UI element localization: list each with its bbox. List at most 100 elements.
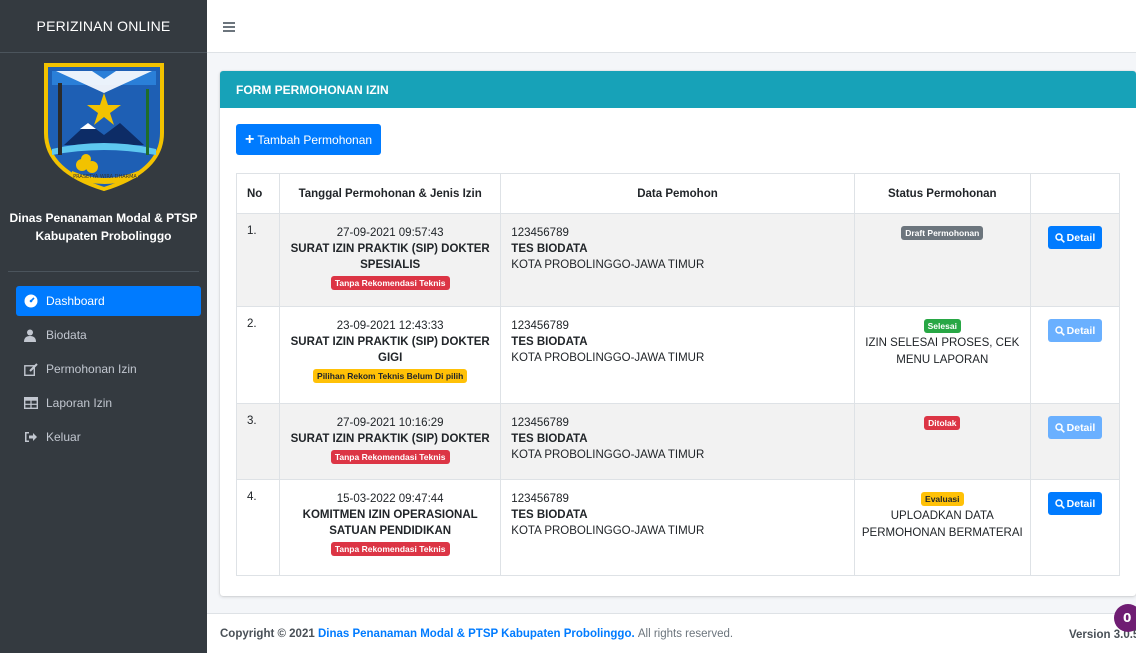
row-action: Detail bbox=[1029, 213, 1121, 307]
row-izin-type: SURAT IZIN PRAKTIK (SIP) DOKTER SPESIALI… bbox=[290, 243, 490, 271]
sidebar-item-dashboard[interactable]: Dashboard bbox=[16, 286, 201, 316]
row-number: 4. bbox=[235, 479, 281, 576]
edit-icon bbox=[24, 362, 46, 376]
table-icon bbox=[24, 397, 46, 409]
footer-copyright: Copyright © 2021 bbox=[220, 627, 315, 640]
row-status: Evaluasi UPLOADKAN DATA PERMOHONAN BERMA… bbox=[853, 479, 1031, 576]
footer-rights: All rights reserved. bbox=[637, 627, 734, 640]
row-tag-badge: Tanpa Rekomendasi Teknis bbox=[330, 276, 450, 290]
permohonan-card: FORM PERMOHONAN IZIN + Tambah Permohonan… bbox=[220, 71, 1136, 596]
sidebar-item-label: Biodata bbox=[46, 328, 87, 342]
sidebar-nav: Dashboard Biodata Permohonan Izin Lapora… bbox=[0, 272, 207, 452]
floating-notification-badge[interactable]: 0 bbox=[1114, 604, 1136, 632]
card-title: FORM PERMOHONAN IZIN bbox=[220, 71, 1136, 108]
search-icon bbox=[1054, 325, 1065, 336]
status-badge: Evaluasi bbox=[921, 492, 964, 506]
detail-button[interactable]: Detail bbox=[1047, 226, 1102, 249]
header-action bbox=[1029, 173, 1121, 214]
dashboard-icon bbox=[24, 294, 46, 308]
row-status: Draft Permohonan bbox=[853, 213, 1031, 307]
row-action: Detail bbox=[1029, 306, 1121, 404]
sidebar-item-label: Keluar bbox=[46, 430, 81, 444]
row-date-type: 27-09-2021 10:16:29 SURAT IZIN PRAKTIK (… bbox=[279, 403, 502, 480]
regency-logo: PRASETYA WIRA DHARMA bbox=[0, 53, 207, 201]
search-icon bbox=[1054, 232, 1065, 243]
sidebar: PERIZINAN ONLINE PRASETYA WIRA DHARMA Di… bbox=[0, 0, 207, 653]
user-icon bbox=[24, 329, 46, 342]
sidebar-item-label: Permohonan Izin bbox=[46, 362, 137, 376]
row-pemohon-city: KOTA PROBOLINGGO-JAWA TIMUR bbox=[511, 259, 705, 271]
header-data-pemohon: Data Pemohon bbox=[500, 173, 855, 214]
sidebar-item-laporan-izin[interactable]: Laporan Izin bbox=[16, 388, 201, 418]
row-action: Detail bbox=[1029, 479, 1121, 576]
row-pemohon-city: KOTA PROBOLINGGO-JAWA TIMUR bbox=[511, 352, 705, 364]
row-number: 3. bbox=[235, 403, 281, 480]
detail-label: Detail bbox=[1066, 421, 1096, 434]
row-izin-type: SURAT IZIN PRAKTIK (SIP) DOKTER GIGI bbox=[290, 336, 490, 364]
sidebar-item-keluar[interactable]: Keluar bbox=[16, 422, 201, 452]
header-status: Status Permohonan bbox=[853, 173, 1031, 214]
sidebar-item-biodata[interactable]: Biodata bbox=[16, 320, 201, 350]
regency-crest-icon: PRASETYA WIRA DHARMA bbox=[43, 63, 164, 191]
row-date-type: 23-09-2021 12:43:33 SURAT IZIN PRAKTIK (… bbox=[279, 306, 502, 404]
footer-org-link[interactable]: Dinas Penanaman Modal & PTSP Kabupaten P… bbox=[318, 628, 635, 640]
plus-icon: + bbox=[245, 130, 255, 148]
detail-button[interactable]: Detail bbox=[1047, 416, 1102, 439]
sidebar-item-permohonan-izin[interactable]: Permohonan Izin bbox=[16, 354, 201, 384]
status-text: UPLOADKAN DATA PERMOHONAN BERMATERAI bbox=[861, 510, 1023, 539]
sidebar-item-label: Dashboard bbox=[46, 294, 105, 308]
row-pemohon-id: 123456789 bbox=[511, 227, 569, 239]
row-pemohon: 123456789 TES BIODATA KOTA PROBOLINGGO-J… bbox=[500, 306, 855, 404]
row-pemohon-id: 123456789 bbox=[511, 320, 569, 332]
row-pemohon-name: TES BIODATA bbox=[511, 336, 588, 348]
table-row: 3. 27-09-2021 10:16:29 SURAT IZIN PRAKTI… bbox=[235, 403, 1121, 480]
status-badge: Selesai bbox=[923, 319, 961, 333]
row-pemohon: 123456789 TES BIODATA KOTA PROBOLINGGO-J… bbox=[500, 403, 855, 480]
row-date: 15-03-2022 09:47:44 bbox=[336, 493, 444, 505]
sign-out-icon bbox=[24, 431, 46, 443]
svg-text:PRASETYA WIRA DHARMA: PRASETYA WIRA DHARMA bbox=[73, 174, 137, 180]
table-row: 1. 27-09-2021 09:57:43 SURAT IZIN PRAKTI… bbox=[235, 213, 1121, 307]
row-status: Selesai IZIN SELESAI PROSES, CEK MENU LA… bbox=[853, 306, 1031, 404]
header-tanggal: Tanggal Permohonan & Jenis Izin bbox=[279, 173, 502, 214]
detail-button[interactable]: Detail bbox=[1047, 319, 1102, 342]
row-pemohon-city: KOTA PROBOLINGGO-JAWA TIMUR bbox=[511, 449, 705, 461]
table-row: 2. 23-09-2021 12:43:33 SURAT IZIN PRAKTI… bbox=[235, 306, 1121, 404]
header-no: No bbox=[235, 173, 281, 214]
row-date: 23-09-2021 12:43:33 bbox=[336, 320, 444, 332]
top-navbar bbox=[207, 0, 1136, 53]
row-pemohon: 123456789 TES BIODATA KOTA PROBOLINGGO-J… bbox=[500, 213, 855, 307]
row-pemohon-id: 123456789 bbox=[511, 493, 569, 505]
detail-button[interactable]: Detail bbox=[1047, 492, 1102, 515]
detail-label: Detail bbox=[1066, 497, 1096, 510]
add-permohonan-label: Tambah Permohonan bbox=[257, 132, 373, 147]
row-number: 2. bbox=[235, 306, 281, 404]
row-pemohon-name: TES BIODATA bbox=[511, 243, 588, 255]
row-pemohon-city: KOTA PROBOLINGGO-JAWA TIMUR bbox=[511, 525, 705, 537]
status-badge: Ditolak bbox=[924, 416, 961, 430]
row-action: Detail bbox=[1029, 403, 1121, 480]
table-row: 4. 15-03-2022 09:47:44 KOMITMEN IZIN OPE… bbox=[235, 479, 1121, 576]
detail-label: Detail bbox=[1066, 324, 1096, 337]
permohonan-table: No Tanggal Permohonan & Jenis Izin Data … bbox=[235, 173, 1121, 576]
row-izin-type: SURAT IZIN PRAKTIK (SIP) DOKTER bbox=[290, 433, 490, 445]
row-date-type: 27-09-2021 09:57:43 SURAT IZIN PRAKTIK (… bbox=[279, 213, 502, 307]
row-pemohon-name: TES BIODATA bbox=[511, 433, 588, 445]
add-permohonan-button[interactable]: + Tambah Permohonan bbox=[236, 124, 382, 155]
organization-name: Dinas Penanaman Modal & PTSP Kabupaten P… bbox=[9, 211, 198, 243]
row-pemohon-id: 123456789 bbox=[511, 417, 569, 429]
brand-title[interactable]: PERIZINAN ONLINE bbox=[0, 0, 207, 53]
search-icon bbox=[1054, 422, 1065, 433]
row-date: 27-09-2021 10:16:29 bbox=[336, 417, 444, 429]
row-tag-badge: Tanpa Rekomendasi Teknis bbox=[330, 542, 450, 556]
sidebar-item-label: Laporan Izin bbox=[46, 396, 113, 410]
row-pemohon-name: TES BIODATA bbox=[511, 509, 588, 521]
page-footer: Copyright © 2021 Dinas Penanaman Modal &… bbox=[207, 613, 1136, 653]
status-text: IZIN SELESAI PROSES, CEK MENU LAPORAN bbox=[865, 337, 1020, 366]
row-number: 1. bbox=[235, 213, 281, 307]
menu-toggle-icon[interactable] bbox=[223, 22, 235, 34]
table-header-row: No Tanggal Permohonan & Jenis Izin Data … bbox=[235, 173, 1121, 214]
row-date: 27-09-2021 09:57:43 bbox=[336, 227, 444, 239]
row-pemohon: 123456789 TES BIODATA KOTA PROBOLINGGO-J… bbox=[500, 479, 855, 576]
search-icon bbox=[1054, 498, 1065, 509]
